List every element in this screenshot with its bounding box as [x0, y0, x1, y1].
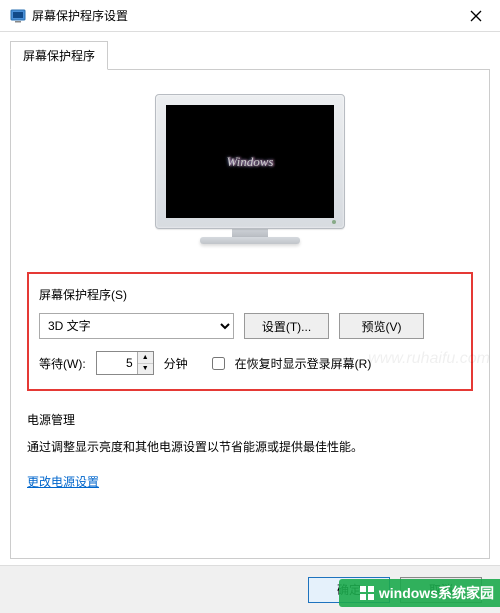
- window-title: 屏幕保护程序设置: [32, 7, 456, 24]
- monitor-screen: Windows: [166, 105, 334, 218]
- close-icon: [470, 10, 482, 22]
- spinbox-up-button[interactable]: ▲: [138, 352, 153, 364]
- monitor-power-led-icon: [332, 220, 336, 224]
- resume-login-checkbox[interactable]: [212, 357, 225, 370]
- tab-screensaver[interactable]: 屏幕保护程序: [10, 41, 108, 70]
- screensaver-group: 屏幕保护程序(S) 3D 文字 设置(T)... 预览(V) 等待(W): ▲ …: [27, 272, 473, 391]
- settings-button[interactable]: 设置(T)...: [244, 313, 329, 339]
- close-button[interactable]: [456, 0, 496, 32]
- spinbox-down-button[interactable]: ▼: [138, 364, 153, 375]
- wait-label: 等待(W):: [39, 355, 86, 372]
- power-section: 电源管理 通过调整显示亮度和其他电源设置以节省能源或提供最佳性能。 更改电源设置: [27, 411, 473, 491]
- monitor-frame: Windows: [155, 94, 345, 229]
- resume-login-label: 在恢复时显示登录屏幕(R): [235, 355, 372, 372]
- screensaver-select[interactable]: 3D 文字: [39, 313, 234, 339]
- site-watermark-text: windows系统家园: [379, 583, 494, 603]
- wait-minutes-input[interactable]: [97, 352, 137, 374]
- power-section-title: 电源管理: [27, 411, 473, 428]
- monitor-stand-base: [200, 237, 300, 244]
- screensaver-preview-text: Windows: [227, 154, 274, 170]
- preview-button[interactable]: 预览(V): [339, 313, 424, 339]
- monitor-preview: Windows: [27, 94, 473, 244]
- windows-logo-icon: [359, 585, 375, 601]
- app-icon: [10, 8, 26, 24]
- tab-bar: 屏幕保护程序: [0, 32, 500, 69]
- wait-unit-label: 分钟: [164, 355, 188, 372]
- tab-content: Windows 屏幕保护程序(S) 3D 文字 设置(T)... 预览(V) 等…: [10, 69, 490, 559]
- screensaver-group-label: 屏幕保护程序(S): [39, 286, 461, 303]
- titlebar: 屏幕保护程序设置: [0, 0, 500, 32]
- change-power-settings-link[interactable]: 更改电源设置: [27, 475, 99, 489]
- site-watermark: windows系统家园: [339, 579, 500, 607]
- wait-minutes-spinbox[interactable]: ▲ ▼: [96, 351, 154, 375]
- monitor-stand-neck: [232, 229, 268, 237]
- power-section-text: 通过调整显示亮度和其他电源设置以节省能源或提供最佳性能。: [27, 438, 473, 455]
